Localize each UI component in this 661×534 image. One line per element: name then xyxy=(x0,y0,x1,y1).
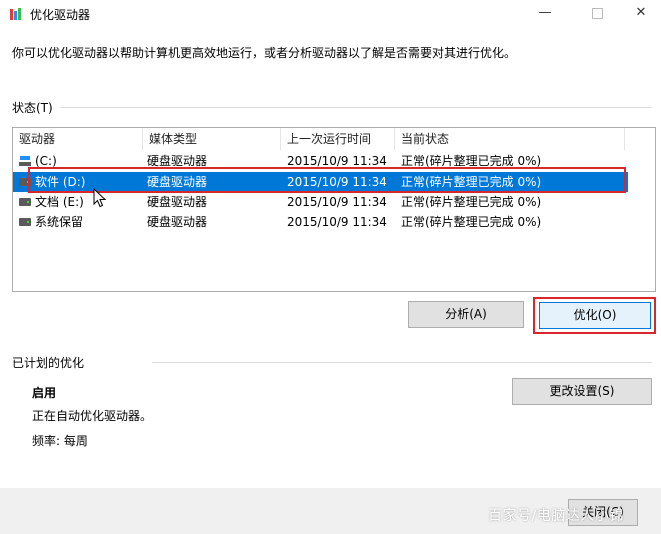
media-type: 硬盘驱动器 xyxy=(147,215,208,229)
title-bar: 优化驱动器 — ✕ xyxy=(0,0,661,28)
media-type: 硬盘驱动器 xyxy=(147,195,208,209)
windows-drive-icon xyxy=(19,156,31,166)
close-icon: ✕ xyxy=(635,5,647,20)
optimize-button-highlight xyxy=(533,297,656,334)
schedule-divider xyxy=(152,362,652,363)
drive-icon xyxy=(19,218,31,226)
minimize-icon: — xyxy=(538,5,552,20)
selected-row-highlight xyxy=(28,167,626,193)
close-window-button[interactable]: ✕ xyxy=(618,0,661,28)
description-text: 你可以优化驱动器以帮助计算机更高效地运行，或者分析驱动器以了解是否需要对其进行优… xyxy=(12,46,517,60)
window-title: 优化驱动器 xyxy=(30,8,91,22)
watermark-text: 百家号/电脑达人小锦 xyxy=(488,508,624,524)
last-run-time: 2015/10/9 11:34 xyxy=(287,195,387,209)
drive-icon xyxy=(19,198,31,206)
schedule-status: 启用 xyxy=(32,386,57,400)
minimize-button[interactable]: — xyxy=(522,0,568,28)
drive-name: 文档 (E:) xyxy=(35,195,84,209)
schedule-description: 正在自动优化驱动器。 xyxy=(32,409,153,423)
column-header-media-type[interactable]: 媒体类型 xyxy=(143,128,281,150)
last-run-time: 2015/10/9 11:34 xyxy=(287,215,387,229)
analyze-button[interactable]: 分析(A) xyxy=(408,301,524,328)
list-header: 驱动器 媒体类型 上一次运行时间 当前状态 xyxy=(13,128,655,150)
drive-row-system-reserved[interactable]: 系统保留 硬盘驱动器 2015/10/9 11:34 正常(碎片整理已完成 0%… xyxy=(13,212,628,232)
drive-list[interactable]: 驱动器 媒体类型 上一次运行时间 当前状态 (C:) 硬盘驱动器 2015/10… xyxy=(12,127,656,292)
current-status: 正常(碎片整理已完成 0%) xyxy=(401,195,542,209)
mouse-cursor-icon xyxy=(93,188,107,208)
schedule-frequency: 频率: 每周 xyxy=(32,434,88,448)
column-header-drive[interactable]: 驱动器 xyxy=(13,128,143,150)
change-settings-button[interactable]: 更改设置(S) xyxy=(512,378,652,405)
column-header-current-status[interactable]: 当前状态 xyxy=(395,128,625,150)
column-header-last-run[interactable]: 上一次运行时间 xyxy=(281,128,395,150)
current-status: 正常(碎片整理已完成 0%) xyxy=(401,215,542,229)
status-group-label: 状态(T) xyxy=(12,101,53,115)
defrag-app-icon xyxy=(10,8,21,20)
maximize-icon xyxy=(591,8,603,19)
status-divider xyxy=(60,107,652,108)
scheduled-optimization-label: 已计划的优化 xyxy=(12,356,85,370)
maximize-button[interactable] xyxy=(574,0,620,28)
drive-name: 系统保留 xyxy=(35,215,84,229)
